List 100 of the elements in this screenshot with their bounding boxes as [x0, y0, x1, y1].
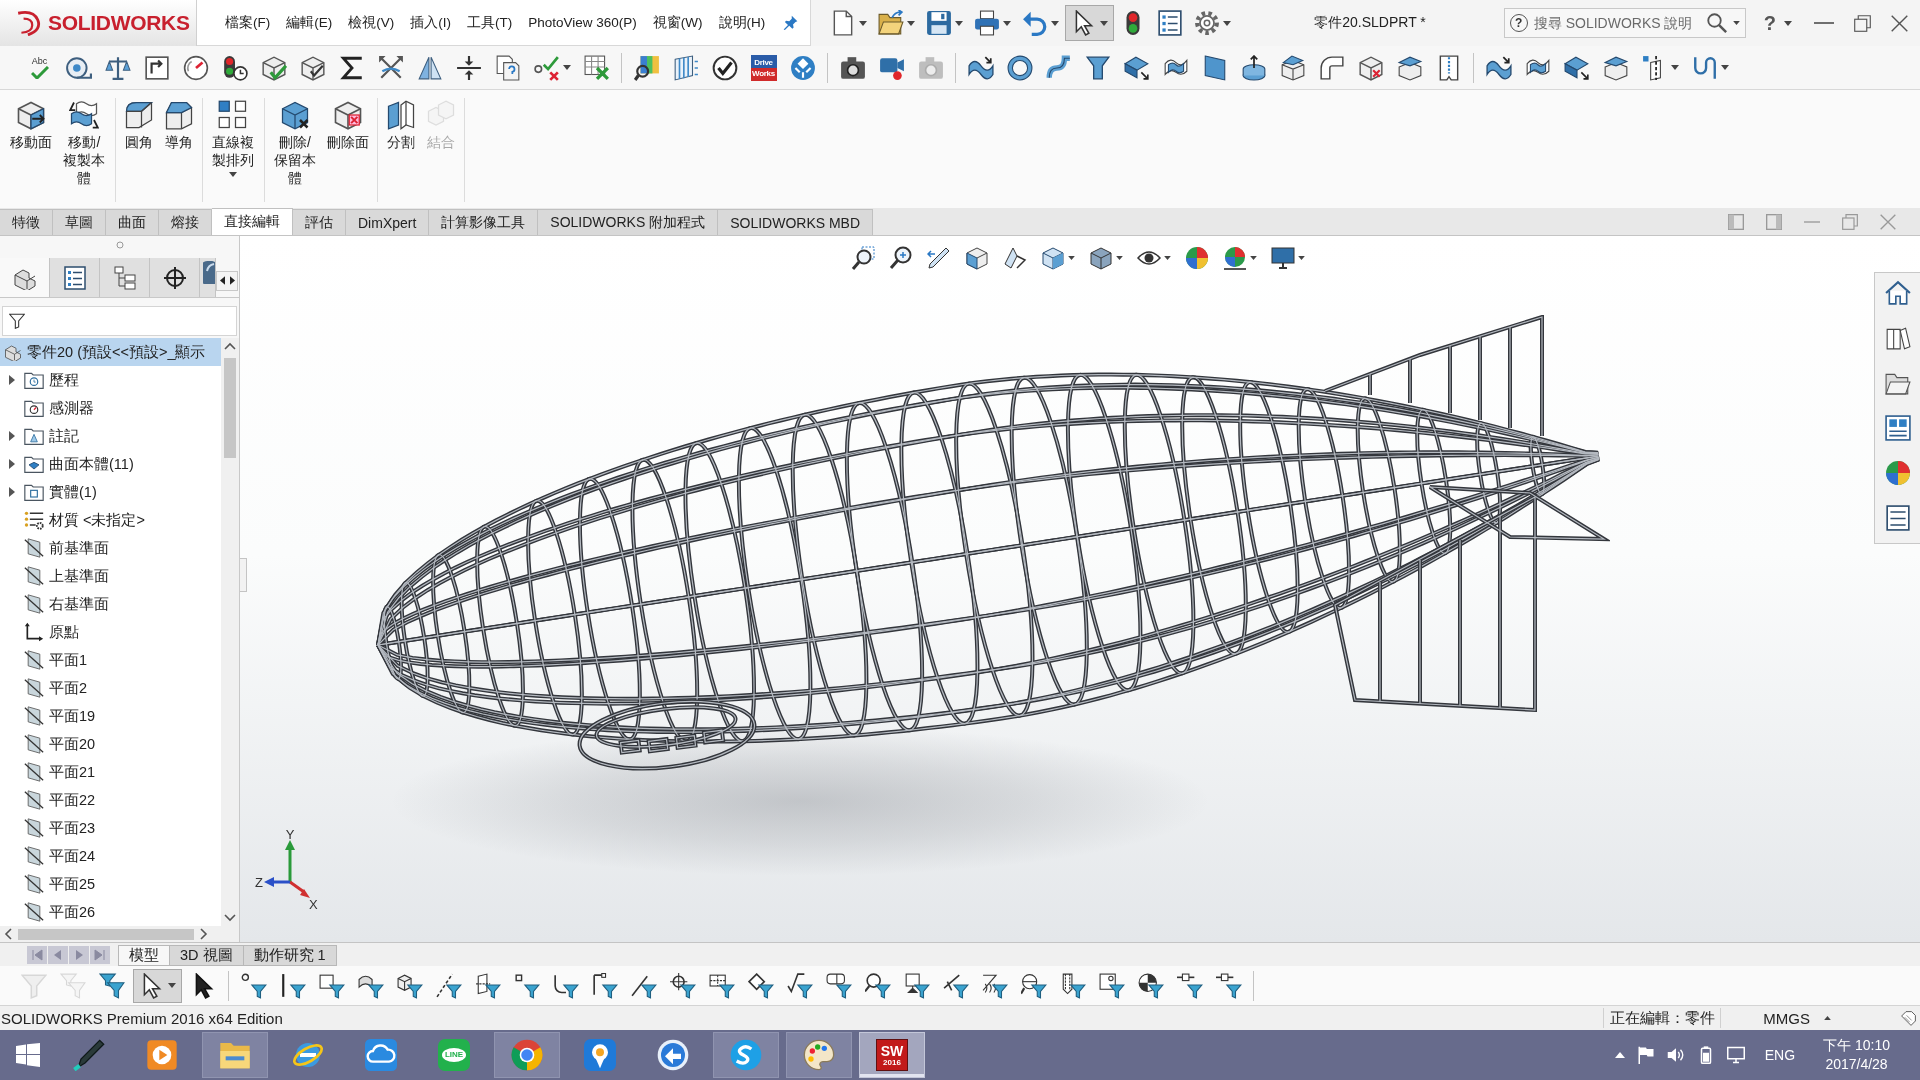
cube-icon[interactable]	[1041, 246, 1065, 270]
taskbar-button[interactable]	[786, 1032, 852, 1078]
caret-down-icon[interactable]	[955, 20, 964, 26]
folded-sheet-icon[interactable]	[1563, 54, 1590, 81]
cube-cross-icon[interactable]	[1357, 54, 1384, 81]
search-icon[interactable]	[1706, 13, 1727, 33]
caret-up-icon[interactable]	[1614, 1052, 1625, 1058]
lidded-box-icon[interactable]	[1602, 54, 1629, 81]
pencil-arrow-icon[interactable]	[927, 246, 951, 270]
striped-panel-icon[interactable]	[672, 54, 699, 81]
tree-item[interactable]: 平面2	[0, 674, 221, 702]
dot-funnel-icon[interactable]	[240, 972, 267, 999]
manager-tab[interactable]	[150, 258, 200, 297]
caret-left-icon[interactable]	[219, 276, 225, 285]
check-root-funnel-icon[interactable]	[786, 972, 813, 999]
tree-item[interactable]: 右基準面	[0, 590, 221, 618]
caret-down-icon[interactable]	[1068, 256, 1075, 260]
flagged-box-funnel-icon[interactable]	[903, 972, 930, 999]
tape-measure-icon[interactable]	[65, 54, 92, 81]
tree-item[interactable]: 註記	[0, 422, 221, 450]
menu-item[interactable]: 檔案(F)	[217, 13, 279, 32]
help-button[interactable]: ?	[1763, 11, 1776, 35]
tag-icon[interactable]	[1901, 1010, 1916, 1026]
caret-down-icon[interactable]	[1003, 20, 1012, 26]
wavy-sheet-icon[interactable]	[1485, 54, 1512, 81]
tree-item[interactable]: 平面1	[0, 646, 221, 674]
gauge-icon[interactable]	[182, 54, 209, 81]
speaker-icon[interactable]	[1666, 1046, 1685, 1064]
caret-right-icon[interactable]	[9, 431, 15, 441]
menu-item[interactable]: 插入(I)	[402, 13, 459, 32]
tree-item[interactable]: 曲面本體(11)	[0, 450, 221, 478]
caret-down-icon[interactable]	[1164, 256, 1171, 260]
cube-icon[interactable]	[1089, 246, 1113, 270]
undo-arrow-icon[interactable]	[1022, 10, 1049, 36]
tree-item[interactable]: 原點	[0, 618, 221, 646]
ribbon-command[interactable]: 導角	[158, 98, 199, 154]
caret-down-icon[interactable]	[1670, 65, 1679, 70]
home-icon[interactable]	[1884, 280, 1911, 306]
gear-icon[interactable]	[1194, 10, 1221, 36]
command-tab[interactable]: 熔接	[159, 209, 212, 235]
command-tab[interactable]: 曲面	[106, 209, 159, 235]
caret-down-icon[interactable]	[1298, 256, 1305, 260]
diamond-funnel-icon[interactable]	[747, 972, 774, 999]
documents-icon[interactable]	[494, 54, 521, 81]
command-tab[interactable]: 直接編輯	[212, 208, 293, 235]
caret-right-icon[interactable]	[9, 487, 15, 497]
stacked-funnels-icon[interactable]	[98, 972, 125, 999]
traffic-light-clock-icon[interactable]	[221, 54, 248, 81]
caret-up-icon[interactable]	[1824, 1016, 1831, 1020]
funnel-shape-icon[interactable]	[1084, 54, 1111, 81]
menu-item[interactable]: PhotoView 360(P)	[520, 15, 645, 30]
diamond-circle-icon[interactable]	[789, 54, 816, 81]
command-tab[interactable]: DimXpert	[346, 209, 430, 235]
tree-item[interactable]: 平面25	[0, 870, 221, 898]
square-circle-funnel-icon[interactable]	[1098, 972, 1125, 999]
window-panes-icon[interactable]	[16, 1043, 40, 1067]
caret-right-icon[interactable]	[9, 459, 15, 469]
plane-funnel-icon[interactable]	[474, 972, 501, 999]
lidded-box-icon[interactable]	[1396, 54, 1423, 81]
ribbon-command[interactable]: 圓角	[118, 98, 159, 154]
graphics-area[interactable]: Y Z X	[240, 236, 1920, 942]
caret-down-icon[interactable]	[1116, 256, 1123, 260]
ribbon-command[interactable]: 移動面	[5, 98, 57, 154]
caret-down-icon[interactable]	[1732, 21, 1740, 25]
command-tab[interactable]: 特徵	[0, 209, 53, 235]
pressed-tool-button[interactable]	[133, 968, 182, 1003]
splitter-handle[interactable]	[240, 558, 247, 592]
map-pin-tile-icon[interactable]	[584, 1039, 616, 1071]
camera-icon[interactable]	[839, 54, 866, 81]
pen-icon[interactable]	[73, 1039, 105, 1071]
tree-item[interactable]: 實體(1)	[0, 478, 221, 506]
checklist-icon[interactable]	[1157, 10, 1184, 36]
arrow-circle-icon[interactable]	[657, 1039, 689, 1071]
layout-grid-icon[interactable]	[1884, 415, 1911, 441]
search-field[interactable]: 搜尋 SOLIDWORKS 說明	[1533, 12, 1701, 34]
magnifier-funnel-icon[interactable]	[864, 972, 891, 999]
cube-check-icon[interactable]	[260, 54, 287, 81]
cloud-tile-icon[interactable]	[365, 1039, 397, 1071]
tree-item[interactable]: 材質 <未指定>	[0, 506, 221, 534]
caret-down-icon[interactable]	[1250, 256, 1257, 260]
tree-item[interactable]: 平面23	[0, 814, 221, 842]
ribbon-command[interactable]: 移動/複製本體	[57, 98, 112, 190]
command-tab[interactable]: 草圖	[53, 209, 106, 235]
dashed-line-funnel-icon[interactable]	[435, 972, 462, 999]
caret-down-icon[interactable]	[859, 20, 868, 26]
ring-icon[interactable]	[1006, 54, 1033, 81]
tab-scroll-buttons[interactable]	[216, 270, 238, 291]
mirror-triangles-icon[interactable]	[416, 54, 443, 81]
bracket-funnel-icon[interactable]	[591, 972, 618, 999]
menu-item[interactable]: 工具(T)	[459, 13, 521, 32]
taskbar-button[interactable]: SW 2016	[859, 1032, 925, 1078]
check-cross-icon[interactable]	[533, 54, 560, 81]
compress-arrows-icon[interactable]	[455, 54, 482, 81]
grip-dot-icon[interactable]	[115, 241, 124, 249]
section-cube-icon[interactable]	[965, 246, 989, 270]
magnifier-icon[interactable]	[889, 246, 913, 270]
tree-item[interactable]: 上基準面	[0, 562, 221, 590]
play-tile-icon[interactable]	[146, 1039, 178, 1071]
flag-icon[interactable]	[1636, 1046, 1655, 1064]
clock-date[interactable]: 2017/4/28	[1825, 1055, 1888, 1074]
